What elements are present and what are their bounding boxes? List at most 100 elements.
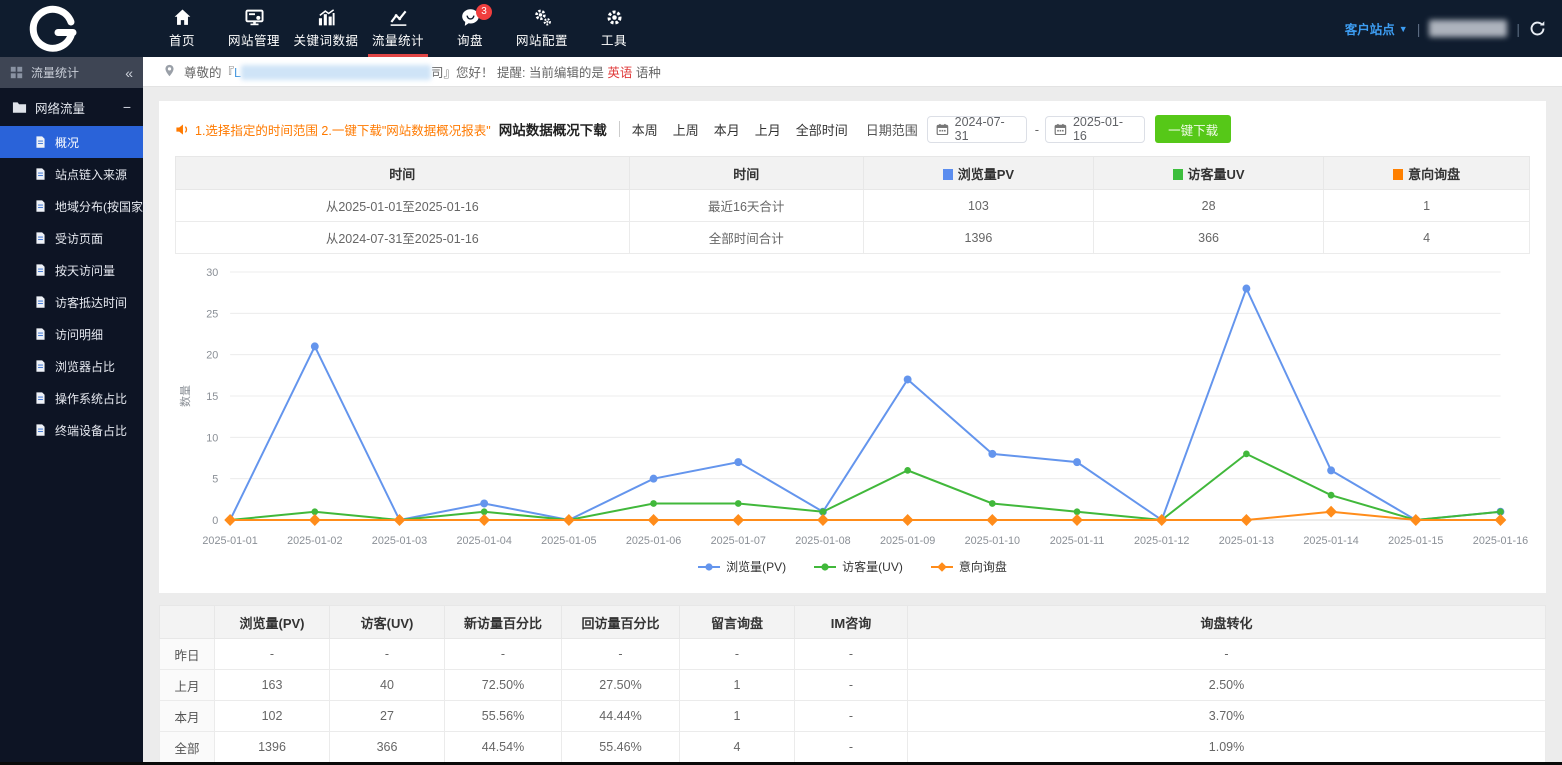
bar-chart-icon: [317, 8, 336, 27]
calendar-icon: [1054, 123, 1067, 136]
sidebar-item-label: 地域分布(按国家): [55, 198, 147, 215]
chevron-down-icon: ▼: [1399, 24, 1408, 34]
nav-item-gear[interactable]: 工具: [578, 0, 650, 57]
table-row: 从2025-01-01至2025-01-16最近16天合计103281: [176, 190, 1530, 222]
table-cell: 366: [1094, 222, 1324, 254]
summary-column-header: 意向询盘: [1324, 157, 1530, 190]
table-cell: 本月: [160, 701, 215, 732]
summary-column-header: 时间: [629, 157, 863, 190]
table-row: 上月1634072.50%27.50%1-2.50%: [160, 670, 1546, 701]
table-row: 从2024-07-31至2025-01-16全部时间合计13963664: [176, 222, 1530, 254]
sidebar-item[interactable]: 访客抵达时间: [0, 286, 143, 318]
document-icon: [34, 167, 47, 181]
date-from-input[interactable]: 2024-07-31: [927, 116, 1027, 143]
sidebar-item-label: 站点链入来源: [55, 166, 127, 183]
table-cell: 103: [863, 190, 1093, 222]
site-selector-dropdown[interactable]: 客户站点 ▼: [1345, 19, 1408, 38]
nav-item-monitor[interactable]: 网站管理: [218, 0, 290, 57]
table-cell: -: [795, 732, 908, 763]
period-link[interactable]: 本月: [714, 120, 740, 139]
nav-item-label: 网站配置: [516, 30, 568, 49]
period-link[interactable]: 本周: [632, 120, 658, 139]
site-selector-label: 客户站点: [1345, 19, 1395, 38]
nav-item-label: 首页: [169, 30, 195, 49]
download-button[interactable]: 一键下载: [1155, 115, 1231, 143]
table-cell: -: [795, 639, 908, 670]
stats-column-header: 浏览量(PV): [215, 606, 330, 639]
sidebar-item[interactable]: 浏览器占比: [0, 350, 143, 382]
user-name-redacted: [1429, 20, 1507, 37]
sidebar-item-label: 受访页面: [55, 230, 103, 247]
period-link[interactable]: 上月: [755, 120, 781, 139]
sidebar-item[interactable]: 访问明细: [0, 318, 143, 350]
svg-text:30: 30: [206, 267, 218, 279]
sidebar-group-network-traffic[interactable]: 网络流量 −: [0, 88, 143, 126]
period-link[interactable]: 上周: [673, 120, 699, 139]
nav-item-label: 关键词数据: [293, 30, 358, 49]
table-cell: 1: [680, 670, 795, 701]
nav-item-home[interactable]: 首页: [146, 0, 218, 57]
line-chart-icon: [389, 8, 408, 27]
table-cell: 55.56%: [445, 701, 562, 732]
sidebar-item[interactable]: 地域分布(按国家): [0, 190, 143, 222]
sidebar-item[interactable]: 站点链入来源: [0, 158, 143, 190]
nav-item-line-chart[interactable]: 流量统计: [362, 0, 434, 57]
nav-item-gears[interactable]: 网站配置: [506, 0, 578, 57]
table-cell: 366: [330, 732, 445, 763]
document-icon: [34, 423, 47, 437]
legend-item[interactable]: 意向询盘: [931, 558, 1007, 575]
svg-text:0: 0: [212, 515, 218, 527]
section-title: 网站数据概况下载: [499, 119, 607, 139]
sidebar-item[interactable]: 终端设备占比: [0, 414, 143, 446]
company-initial: L: [234, 66, 241, 80]
table-cell: 全部: [160, 732, 215, 763]
sidebar-header: 流量统计 «: [0, 57, 143, 88]
svg-text:25: 25: [206, 308, 218, 320]
legend-marker-icon: [931, 561, 953, 573]
svg-text:2025-01-12: 2025-01-12: [1134, 535, 1189, 547]
monitor-icon: [245, 8, 264, 27]
period-link[interactable]: 全部时间: [796, 120, 848, 139]
nav-item-bar-chart[interactable]: 关键词数据: [290, 0, 362, 57]
sidebar-item-label: 概况: [55, 134, 79, 151]
table-cell: 72.50%: [445, 670, 562, 701]
table-cell: 3.70%: [908, 701, 1546, 732]
sidebar-item[interactable]: 概况: [0, 126, 143, 158]
table-cell: 27: [330, 701, 445, 732]
divider: |: [1516, 21, 1520, 37]
svg-text:5: 5: [212, 474, 218, 486]
table-cell: -: [795, 670, 908, 701]
table-cell: 44.54%: [445, 732, 562, 763]
line-chart-canvas: 0510152025302025-01-012025-01-022025-01-…: [175, 258, 1530, 554]
svg-text:2025-01-06: 2025-01-06: [626, 535, 681, 547]
svg-text:2025-01-08: 2025-01-08: [795, 535, 850, 547]
sidebar-item[interactable]: 操作系统占比: [0, 382, 143, 414]
table-cell: 1396: [863, 222, 1093, 254]
legend-label: 意向询盘: [959, 558, 1007, 575]
sidebar-item[interactable]: 按天访问量: [0, 254, 143, 286]
overview-card: 1.选择指定的时间范围 2.一键下载"网站数据概况报表" 网站数据概况下载 本周…: [159, 101, 1546, 593]
legend-item[interactable]: 浏览量(PV): [698, 558, 786, 575]
refresh-icon[interactable]: [1529, 20, 1546, 37]
gears-icon: [533, 8, 552, 27]
announcement-text: 1.选择指定的时间范围 2.一键下载"网站数据概况报表": [195, 120, 491, 139]
document-icon: [34, 263, 47, 277]
summary-column-header: 浏览量PV: [863, 157, 1093, 190]
table-cell: 昨日: [160, 639, 215, 670]
announcement: 1.选择指定的时间范围 2.一键下载"网站数据概况报表": [175, 120, 491, 139]
table-cell: 55.46%: [562, 732, 680, 763]
sidebar-collapse-icon[interactable]: «: [125, 65, 133, 81]
sidebar-items: 概况站点链入来源地域分布(按国家) 受访页面按天访问量访客抵达时间访问明细浏览器占…: [0, 126, 143, 446]
stats-card: 浏览量(PV)访客(UV)新访量百分比回访量百分比留言询盘IM咨询询盘转化 昨日…: [159, 605, 1546, 763]
notice-bar: 尊敬的『L司』您好！ 提醒: 当前编辑的是 英语 语种: [143, 57, 1562, 87]
sidebar-item[interactable]: 受访页面: [0, 222, 143, 254]
svg-text:2025-01-15: 2025-01-15: [1388, 535, 1443, 547]
legend-label: 访客量(UV): [842, 558, 903, 575]
date-to-input[interactable]: 2025-01-16: [1045, 116, 1145, 143]
divider: |: [1417, 21, 1421, 37]
nav-item-chat-bubble[interactable]: 询盘3: [434, 0, 506, 57]
table-cell: 44.44%: [562, 701, 680, 732]
legend-item[interactable]: 访客量(UV): [814, 558, 903, 575]
sidebar-item-label: 终端设备占比: [55, 422, 127, 439]
speaker-icon: [175, 122, 190, 136]
